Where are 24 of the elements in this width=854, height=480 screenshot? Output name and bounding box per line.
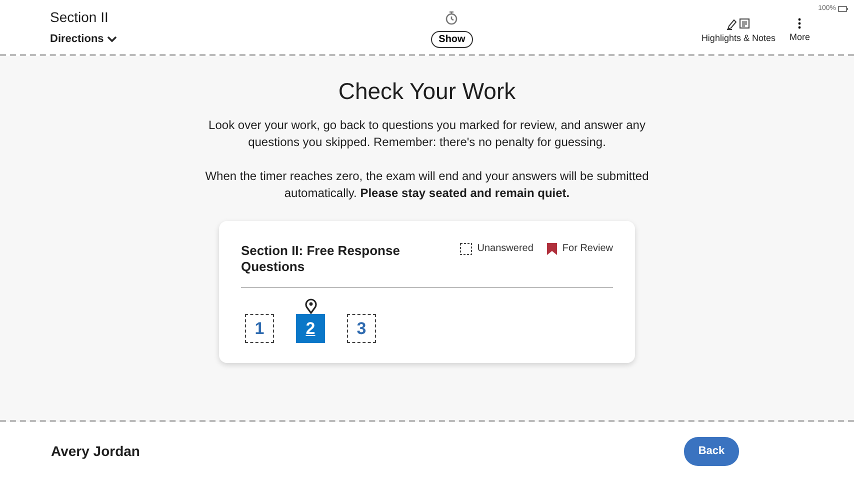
show-timer-button[interactable]: Show — [430, 30, 474, 48]
back-button[interactable]: Back — [684, 436, 739, 466]
chevron-down-icon — [106, 36, 117, 42]
legend-label: Unanswered — [477, 243, 534, 254]
highlighter-note-icon — [726, 18, 750, 30]
stopwatch-icon — [445, 10, 458, 24]
legend-label: For Review — [562, 243, 613, 254]
battery-icon — [838, 6, 848, 12]
instruction-text: Look over your work, go back to questions you marked for review, and answer any questions you skipped. Remember: there's no penalty for guessing. — [208, 117, 646, 151]
section-title: Section II — [50, 9, 110, 25]
toolbar-button[interactable]: More — [789, 18, 810, 43]
directions-dropdown[interactable]: Directions — [50, 33, 431, 45]
more-icon — [798, 18, 802, 29]
card-title: Section II: Free Response Questions — [241, 243, 401, 275]
student-name: Avery Jordan — [51, 443, 140, 459]
toolbar-button[interactable]: Highlights & Notes — [701, 18, 776, 43]
question-button[interactable]: 1 — [245, 314, 274, 343]
question-button[interactable]: 2 — [296, 314, 325, 343]
question-button[interactable]: 3 — [347, 314, 376, 343]
bookmark-icon — [547, 243, 558, 255]
location-pin-icon — [304, 298, 316, 314]
page-title: Check Your Work — [338, 78, 516, 105]
instruction-text: When the timer reaches zero, the exam will end and your answers will be submitted automatically. Please stay seated and remain quiet. — [204, 168, 650, 202]
dashed-square-icon — [460, 243, 472, 255]
